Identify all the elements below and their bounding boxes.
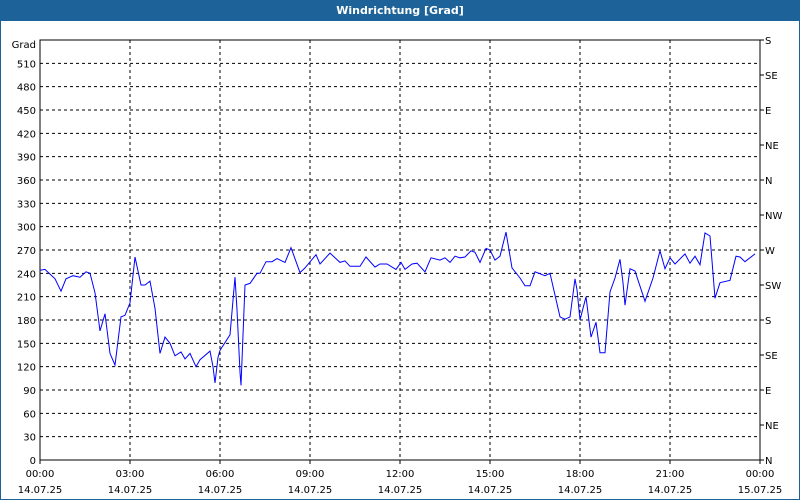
y-tick-label: 150 [17,339,36,350]
x-tick-time: 15:00 [476,469,505,480]
compass-tick-label: E [765,106,771,117]
x-tick-date: 14.07.25 [378,485,423,496]
y-tick-label: 210 [17,293,36,304]
y-tick-label: 510 [17,59,36,70]
x-tick-time: 00:00 [26,469,55,480]
y-tick-label: 120 [17,363,36,374]
x-tick-time: 00:00 [746,469,775,480]
x-tick-date: 14.07.25 [18,485,63,496]
wind-direction-chart: 0 30 60 90 120 150 180 210 240 270 300 330 360 390 420… [12,36,783,496]
y-tick-label: 300 [17,223,36,234]
compass-tick-label: S [765,36,771,47]
wind-direction-line [39,231,756,386]
compass-tick-label: N [765,456,772,467]
y-axis-label: Grad [12,40,36,51]
x-tick-time: 03:00 [116,469,145,480]
y-tick-label: 180 [17,316,36,327]
y-tick-label: 60 [23,409,36,420]
x-tick-date: 14.07.25 [288,485,333,496]
compass-tick-label: NE [765,141,779,152]
y-tick-label: 390 [17,153,36,164]
x-tick-time: 18:00 [566,469,595,480]
x-tick-date: 14.07.25 [198,485,243,496]
y-tick-label: 90 [23,386,36,397]
x-tick-date: 15.07.25 [738,485,783,496]
x-tick-time: 06:00 [206,469,235,480]
y-tick-label: 270 [17,246,36,257]
x-tick-date: 14.07.25 [558,485,603,496]
compass-tick-label: NW [765,211,782,222]
y-tick-label: 420 [17,129,36,140]
y-tick-label: 30 [23,433,36,444]
compass-tick-label: W [765,246,775,257]
x-tick-time: 09:00 [296,469,325,480]
y-tick-label: 360 [17,176,36,187]
y-tick-label: 0 [30,456,36,467]
compass-tick-label: SE [765,351,778,362]
compass-tick-label: NE [765,421,779,432]
compass-tick-label: E [765,386,771,397]
x-tick-time: 12:00 [386,469,415,480]
x-tick-date: 14.07.25 [648,485,693,496]
y-tick-label: 240 [17,269,36,280]
compass-tick-label: N [765,176,772,187]
y-tick-label: 330 [17,199,36,210]
compass-tick-label: SE [765,71,778,82]
x-tick-date: 14.07.25 [108,485,153,496]
y-tick-label: 480 [17,83,36,94]
x-tick-date: 14.07.25 [468,485,513,496]
compass-tick-label: SW [765,281,781,292]
y-tick-label: 450 [17,106,36,117]
x-tick-time: 21:00 [656,469,685,480]
compass-tick-label: S [765,316,771,327]
